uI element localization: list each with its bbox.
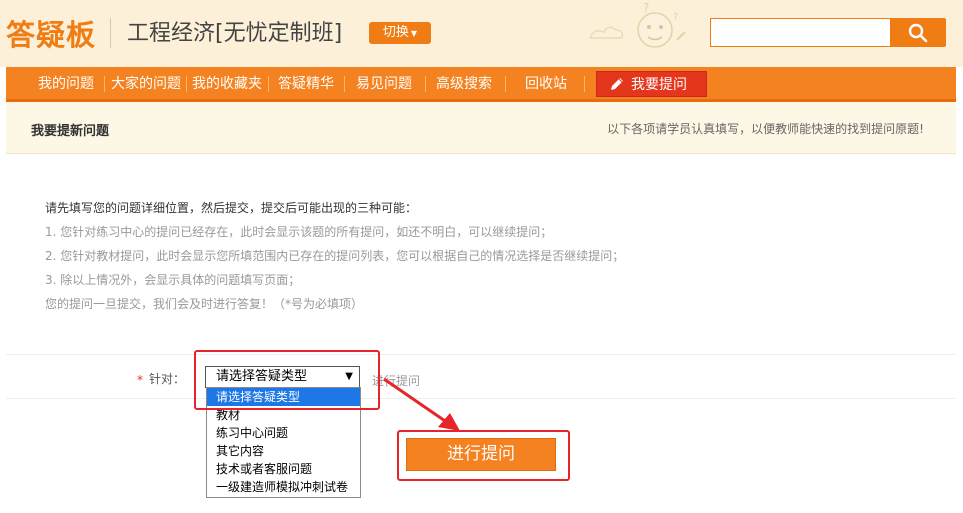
page-title: 我要提新问题 [31, 124, 110, 139]
annotation-box-submit [397, 430, 570, 481]
header: 答疑板 工程经济[无忧定制班] 切换 ▼ ? ? [0, 0, 963, 67]
search-input[interactable] [710, 18, 891, 47]
caret-down-icon: ▼ [410, 29, 418, 38]
section-header: 我要提新问题 以下各项请学员认真填写，以便教师能快速的找到提问原题! [6, 102, 956, 154]
switch-label: 切换 [382, 25, 409, 40]
nav-item-recycle-bin[interactable]: 回收站 [514, 67, 578, 99]
nav-divider [186, 76, 187, 92]
nav-divider [584, 76, 585, 92]
nav-divider [505, 76, 506, 92]
option-practice-center[interactable]: 练习中心问题 [207, 424, 360, 442]
nav-item-advanced-search[interactable]: 高级搜索 [428, 67, 500, 99]
annotation-box-select [194, 350, 380, 410]
nav-item-favorites[interactable]: 我的收藏夹 [188, 67, 266, 99]
required-mark: * [137, 373, 143, 387]
search-button[interactable] [891, 18, 946, 47]
option-mock-exam[interactable]: 一级建造师模拟冲刺试卷 [207, 478, 360, 496]
mascot-illustration-icon: ? ? [588, 1, 686, 48]
nav-divider [344, 76, 345, 92]
annotation-arrow-icon [383, 377, 460, 431]
instruction-item: 您的提问一旦提交，我们会及时进行答复！（*号为必填项） [45, 297, 364, 311]
main-nav: 我的问题 大家的问题 我的收藏夹 答疑精华 易见问题 高级搜索 回收站 我要提问 [6, 67, 956, 102]
course-title: 工程经济[无忧定制班] [127, 21, 343, 46]
nav-divider [425, 76, 426, 92]
nav-item-my-questions[interactable]: 我的问题 [30, 67, 102, 99]
question-type-row: * 针对： 请选择答疑类型 ▼ 进行提问 [6, 354, 956, 399]
svg-text:?: ? [673, 12, 678, 23]
instruction-item: 3. 除以上情况外，会显示具体的问题填写页面； [45, 273, 301, 287]
search-icon [908, 23, 928, 43]
instruction-item: 1. 您针对练习中心的提问已经存在，此时会显示该题的所有提问，如还不明白，可以继… [45, 225, 553, 239]
nav-item-highlights[interactable]: 答疑精华 [270, 67, 342, 99]
ask-question-button[interactable]: 我要提问 [596, 71, 707, 97]
instruction-item: 2. 您针对教材提问，此时会显示您所填范围内已存在的提问列表，您可以根据自己的情… [45, 249, 625, 263]
question-type-label: 针对： [149, 372, 186, 386]
pencil-icon [611, 78, 623, 90]
instructions-lead: 请先填写您的问题详细位置，然后提交，提交后可能出现的三种可能： [45, 201, 418, 215]
divider [110, 18, 111, 48]
option-tech-support[interactable]: 技术或者客服问题 [207, 460, 360, 478]
nav-item-common-questions[interactable]: 易见问题 [348, 67, 420, 99]
nav-divider [104, 76, 105, 92]
nav-divider [268, 76, 269, 92]
logo[interactable]: 答疑板 [6, 12, 96, 54]
switch-course-button[interactable]: 切换 ▼ [369, 22, 431, 44]
instructions: 请先填写您的问题详细位置，然后提交，提交后可能出现的三种可能： 1. 您针对练习… [45, 199, 895, 319]
svg-text:?: ? [643, 1, 649, 15]
section-note: 以下各项请学员认真填写，以便教师能快速的找到提问原题! [607, 122, 924, 136]
nav-item-all-questions[interactable]: 大家的问题 [107, 67, 185, 99]
option-other[interactable]: 其它内容 [207, 442, 360, 460]
ask-question-label: 我要提问 [631, 77, 687, 93]
